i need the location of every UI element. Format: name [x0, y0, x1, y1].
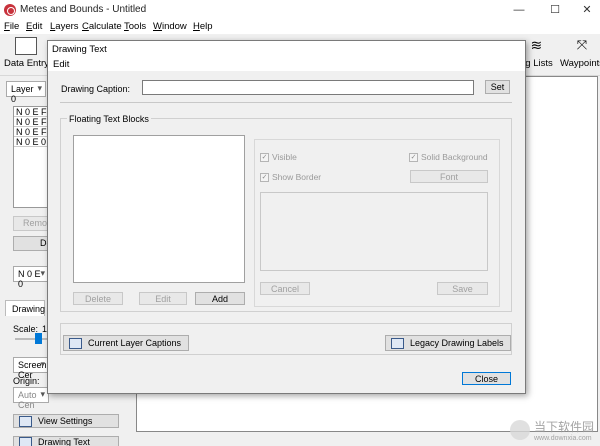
drawing-text-dialog: Drawing Text Edit Drawing Caption: Set F…	[47, 40, 526, 394]
font-button[interactable]: Font	[410, 170, 488, 183]
menu-file[interactable]: File	[4, 21, 19, 32]
watermark-en: www.downxia.com	[533, 435, 592, 442]
scale-slider-track[interactable]	[15, 338, 47, 340]
app-title: Metes and Bounds - Untitled	[20, 4, 147, 15]
remove-button[interactable]: Remove	[13, 216, 57, 231]
check-icon: ✓	[260, 172, 269, 182]
scale-slider-thumb[interactable]	[35, 333, 42, 344]
watermark-logo-icon	[509, 420, 530, 440]
solid-background-checkbox[interactable]: ✓ Solid Background	[409, 152, 488, 162]
app-icon	[4, 4, 16, 16]
list-item[interactable]: N 0 E Fe	[14, 127, 48, 137]
menu-bar: File Edit Layers Calculate Tools Window …	[0, 20, 600, 34]
data-entry-button[interactable]: Data Entry	[4, 37, 49, 69]
center-select[interactable]: Screen Cer	[13, 357, 49, 380]
visible-checkbox[interactable]: ✓ Visible	[260, 152, 297, 162]
delete-button[interactable]: Delete	[73, 292, 123, 305]
dialog-menu-edit[interactable]: Edit	[53, 59, 69, 70]
waypoints-icon: ⤧	[576, 37, 588, 52]
close-window-button[interactable]: ✕	[575, 2, 599, 18]
view-settings-button[interactable]: View Settings	[13, 414, 119, 428]
list-item[interactable]: N 0 E 0 Fe	[14, 137, 48, 147]
menu-calculate[interactable]: Calculate	[82, 21, 122, 32]
call-entry-field[interactable]: N 0 E 0	[13, 266, 49, 289]
menu-layers[interactable]: Layers	[50, 21, 79, 32]
origin-label: Origin:	[13, 376, 40, 386]
menu-help[interactable]: Help	[193, 21, 213, 32]
edit-button[interactable]: Edit	[139, 292, 187, 305]
settings-icon	[19, 415, 32, 427]
origin-select[interactable]: Auto Cen	[13, 387, 49, 410]
minimize-button[interactable]: —	[507, 2, 531, 18]
labels-icon	[391, 337, 404, 349]
check-icon: ✓	[409, 152, 418, 162]
text-icon	[19, 436, 32, 446]
check-icon: ✓	[260, 152, 269, 162]
de-button[interactable]: De	[13, 236, 52, 251]
menu-window[interactable]: Window	[153, 21, 187, 32]
list-lines-icon: ≋	[530, 37, 543, 53]
close-button[interactable]: Close	[462, 372, 511, 385]
floating-group-label: Floating Text Blocks	[67, 114, 151, 124]
dialog-menu-bar: Edit	[48, 58, 525, 71]
text-block-editor[interactable]	[260, 192, 488, 271]
tab-drawing[interactable]: Drawing	[5, 300, 45, 316]
add-button[interactable]: Add	[195, 292, 245, 305]
title-bar: Metes and Bounds - Untitled — ☐ ✕	[0, 0, 600, 20]
list-item[interactable]: N 0 E Fe	[14, 107, 48, 117]
drawing-text-button[interactable]: Drawing Text	[13, 436, 119, 446]
dialog-title-bar: Drawing Text	[48, 41, 525, 58]
legacy-drawing-labels-button[interactable]: Legacy Drawing Labels	[385, 335, 511, 351]
layer-select[interactable]: Layer 0	[6, 81, 46, 104]
list-item[interactable]: N 0 E Fe	[14, 117, 48, 127]
menu-tools[interactable]: Tools	[124, 21, 146, 32]
dialog-title: Drawing Text	[52, 44, 107, 55]
show-border-checkbox[interactable]: ✓ Show Border	[260, 172, 321, 182]
text-blocks-list[interactable]	[73, 135, 245, 283]
caption-label: Drawing Caption:	[61, 84, 131, 94]
cancel-button[interactable]: Cancel	[260, 282, 310, 295]
captions-icon	[69, 337, 82, 349]
waypoints-button[interactable]: ⤧ Waypoints	[560, 37, 600, 69]
set-button[interactable]: Set	[485, 80, 510, 94]
watermark-cn: 当下软件园	[533, 420, 594, 434]
caption-input[interactable]	[142, 80, 474, 95]
data-entry-icon	[15, 37, 38, 55]
maximize-button[interactable]: ☐	[543, 2, 567, 18]
current-layer-captions-button[interactable]: Current Layer Captions	[63, 335, 189, 351]
divider	[60, 102, 512, 103]
calls-list[interactable]: N 0 E Fe N 0 E Fe N 0 E Fe N 0 E 0 Fe	[13, 106, 49, 208]
watermark: 当下软件园 www.downxia.com	[509, 418, 594, 442]
menu-edit[interactable]: Edit	[26, 21, 42, 32]
save-button[interactable]: Save	[437, 282, 488, 295]
